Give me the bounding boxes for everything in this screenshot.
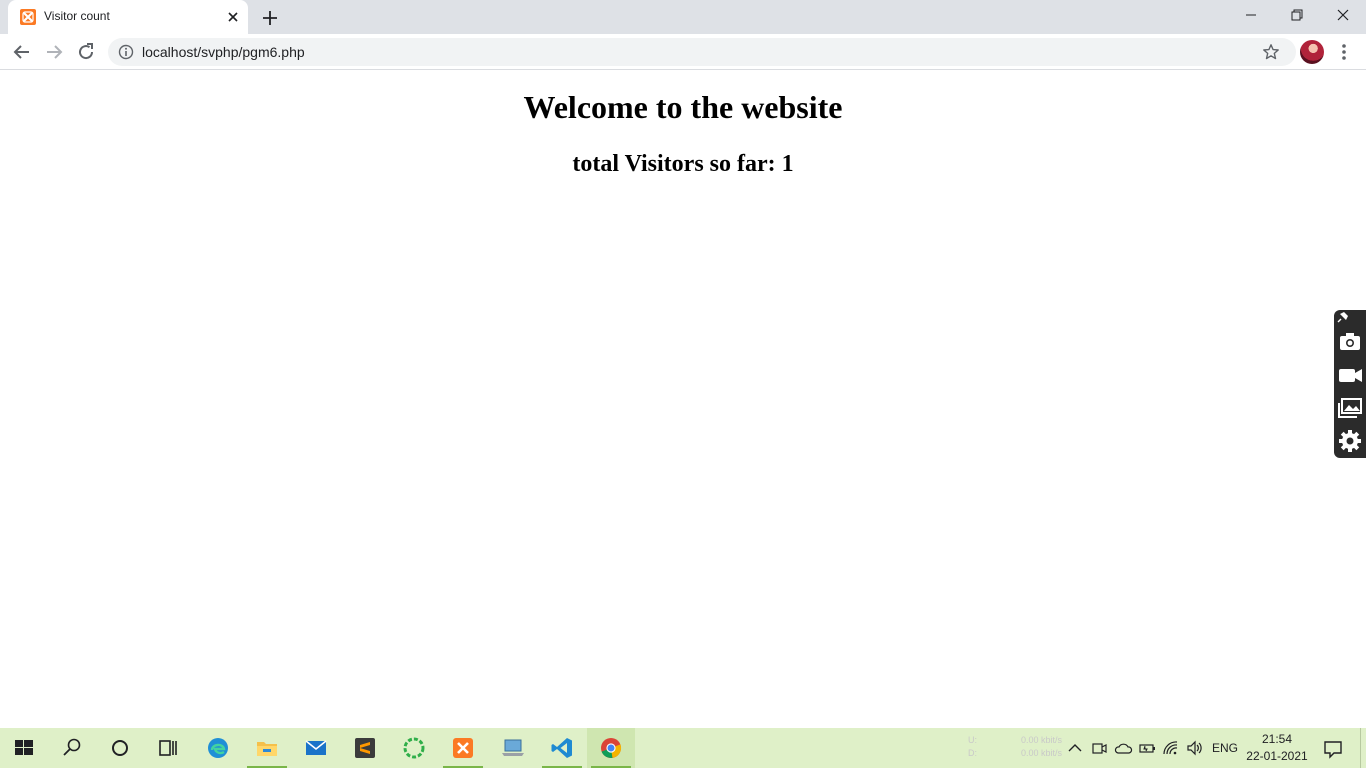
- settings-icon[interactable]: [1336, 427, 1364, 455]
- profile-avatar[interactable]: [1300, 40, 1324, 64]
- loader-app-icon[interactable]: [390, 728, 438, 768]
- task-view-icon[interactable]: [144, 728, 192, 768]
- onedrive-cloud-icon[interactable]: [1113, 738, 1133, 758]
- close-window-icon[interactable]: [1320, 0, 1366, 30]
- camera-icon[interactable]: [1336, 328, 1364, 356]
- network-speed-meter: U: 0.00 kbit/s D: 0.00 kbit/s: [966, 734, 1064, 764]
- forward-arrow-icon[interactable]: [42, 40, 66, 64]
- show-desktop-button[interactable]: [1360, 728, 1366, 768]
- upload-label: U:: [968, 735, 977, 745]
- clock-date: 22-01-2021: [1246, 749, 1308, 763]
- start-icon[interactable]: [0, 728, 48, 768]
- windows-taskbar: U: 0.00 kbit/s D: 0.00 kbit/s ENG 21:54 …: [0, 728, 1366, 768]
- info-icon[interactable]: [118, 44, 134, 60]
- cortana-icon[interactable]: [96, 728, 144, 768]
- battery-icon[interactable]: [1137, 738, 1157, 758]
- xampp-icon: [20, 9, 36, 25]
- meet-now-icon[interactable]: [1089, 738, 1109, 758]
- clock[interactable]: 21:54 22-01-2021: [1244, 731, 1310, 765]
- tab-title: Visitor count: [44, 9, 110, 23]
- bookmark-star-icon[interactable]: [1262, 43, 1280, 61]
- close-tab-icon[interactable]: [224, 8, 242, 26]
- download-speed: 0.00 kbit/s: [1020, 748, 1062, 758]
- mail-icon[interactable]: [292, 728, 340, 768]
- download-label: D:: [968, 748, 977, 758]
- video-icon[interactable]: [1336, 361, 1364, 389]
- chevron-up-icon[interactable]: [1065, 738, 1085, 758]
- wifi-icon[interactable]: [1161, 738, 1181, 758]
- screen-capture-widget: [1334, 310, 1366, 458]
- browser-toolbar: localhost/svphp/pgm6.php: [0, 34, 1366, 70]
- chrome-icon[interactable]: [587, 728, 635, 768]
- more-menu-icon[interactable]: [1336, 40, 1352, 64]
- clock-time: 21:54: [1261, 732, 1293, 746]
- search-icon[interactable]: [48, 728, 96, 768]
- minimize-icon[interactable]: [1228, 0, 1274, 30]
- notification-center-icon[interactable]: [1322, 738, 1344, 760]
- volume-icon[interactable]: [1185, 738, 1205, 758]
- restore-icon[interactable]: [1274, 0, 1320, 30]
- gallery-icon[interactable]: [1336, 394, 1364, 422]
- file-explorer-icon[interactable]: [243, 728, 291, 768]
- vscode-icon[interactable]: [538, 728, 586, 768]
- edge-icon[interactable]: [194, 728, 242, 768]
- web-page: Welcome to the website total Visitors so…: [0, 71, 1366, 728]
- url-text[interactable]: localhost/svphp/pgm6.php: [142, 44, 305, 60]
- xampp-icon[interactable]: [439, 728, 487, 768]
- sublime-text-icon[interactable]: [341, 728, 389, 768]
- back-arrow-icon[interactable]: [10, 40, 34, 64]
- visitor-count-text: total Visitors so far: 1: [572, 151, 794, 177]
- new-tab-icon[interactable]: [258, 6, 282, 30]
- browser-tab[interactable]: Visitor count: [8, 0, 248, 34]
- reload-icon[interactable]: [74, 40, 98, 64]
- upload-speed: 0.00 kbit/s: [1020, 735, 1062, 745]
- address-bar[interactable]: localhost/svphp/pgm6.php: [108, 38, 1296, 66]
- page-heading: Welcome to the website: [523, 89, 843, 125]
- tab-strip: Visitor count: [0, 0, 1366, 34]
- laptop-icon[interactable]: [489, 728, 537, 768]
- language-indicator[interactable]: ENG: [1212, 741, 1238, 755]
